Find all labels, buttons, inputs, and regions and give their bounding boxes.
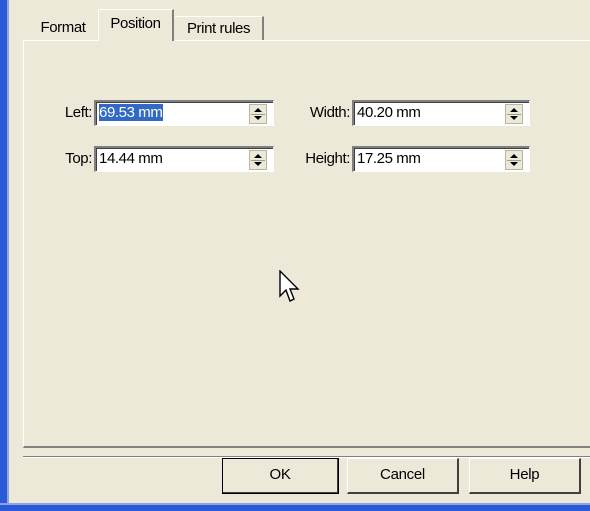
window-bottom-border: [0, 503, 590, 511]
tab-format[interactable]: Format: [28, 16, 98, 40]
tab-print-rules[interactable]: Print rules: [175, 16, 264, 40]
cancel-button[interactable]: Cancel: [347, 458, 459, 494]
ok-button[interactable]: OK: [222, 458, 339, 494]
tab-panel-position: [23, 40, 590, 448]
window-left-border: [0, 0, 9, 511]
help-button[interactable]: Help: [469, 458, 581, 494]
dialog-window: Format Position Print rules Left: 69.53 …: [0, 0, 590, 511]
tab-position[interactable]: Position: [98, 9, 174, 41]
